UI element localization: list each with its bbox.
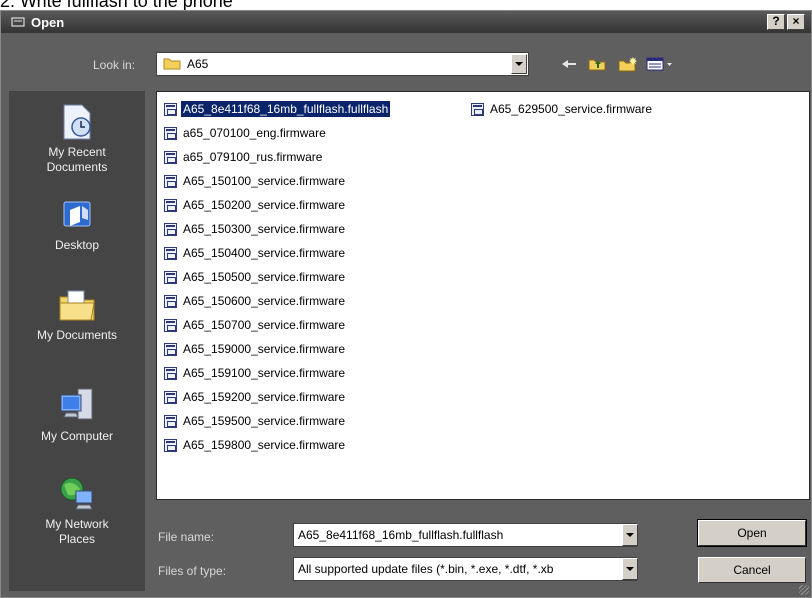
- recent-documents-icon: [57, 103, 97, 141]
- back-arrow-icon: [562, 60, 576, 68]
- folder-icon: [163, 56, 181, 73]
- desktop-icon: [57, 196, 97, 234]
- file-item[interactable]: A65_8e411f68_16mb_fullflash.fullflash: [164, 99, 392, 119]
- file-item[interactable]: A65_150300_service.firmware: [164, 219, 347, 239]
- file-item[interactable]: A65_150400_service.firmware: [164, 243, 347, 263]
- firmware-file-icon: [164, 126, 177, 140]
- file-item[interactable]: A65_159800_service.firmware: [164, 435, 347, 455]
- firmware-file-icon: [164, 294, 177, 308]
- place-label: My Recent Documents: [46, 145, 108, 174]
- firmware-file-icon: [164, 342, 177, 356]
- firmware-file-icon: [164, 318, 177, 332]
- file-name: A65_8e411f68_16mb_fullflash.fullflash: [179, 100, 392, 118]
- look-in-value: A65: [187, 57, 209, 71]
- firmware-file-icon: [471, 102, 484, 116]
- firmware-file-icon: [164, 414, 177, 428]
- place-label: My Network Places: [45, 517, 109, 546]
- new-folder-icon: [618, 57, 637, 72]
- file-name: A65_150300_service.firmware: [183, 222, 346, 236]
- dialog-icon: [9, 13, 27, 31]
- cancel-button[interactable]: Cancel: [698, 557, 806, 583]
- look-in-label: Look in:: [93, 58, 136, 72]
- file-name: A65_159500_service.firmware: [183, 414, 346, 428]
- file-item[interactable]: A65_159500_service.firmware: [164, 411, 347, 431]
- open-dialog: Open ? × Look in: A65 My Recent Document…: [0, 10, 812, 598]
- file-item[interactable]: A65_159000_service.firmware: [164, 339, 347, 359]
- file-item[interactable]: A65_629500_service.firmware: [471, 99, 654, 119]
- file-name: A65_159000_service.firmware: [183, 342, 346, 356]
- chevron-down-icon[interactable]: [622, 558, 638, 580]
- firmware-file-icon: [164, 150, 177, 164]
- new-folder-button[interactable]: [616, 55, 640, 73]
- firmware-file-icon: [164, 366, 177, 380]
- places-bar: My Recent Documents Desktop My Documents…: [9, 91, 145, 591]
- file-item[interactable]: a65_079100_rus.firmware: [164, 147, 324, 167]
- firmware-file-icon: [164, 222, 177, 236]
- file-name: a65_079100_rus.firmware: [183, 150, 323, 164]
- file-item[interactable]: A65_150200_service.firmware: [164, 195, 347, 215]
- file-name: a65_070100_eng.firmware: [183, 126, 326, 140]
- file-name-label: File name:: [158, 530, 215, 544]
- file-name: A65_150100_service.firmware: [183, 174, 346, 188]
- file-item[interactable]: A65_150700_service.firmware: [164, 315, 347, 335]
- up-folder-icon: [588, 59, 606, 71]
- place-label: My Documents: [36, 328, 118, 342]
- up-folder-button[interactable]: [586, 55, 608, 73]
- file-item[interactable]: A65_159100_service.firmware: [164, 363, 347, 383]
- back-button[interactable]: [558, 55, 580, 73]
- file-item[interactable]: A65_150100_service.firmware: [164, 171, 347, 191]
- file-type-label: Files of type:: [158, 564, 227, 578]
- firmware-file-icon: [164, 270, 177, 284]
- close-button[interactable]: ×: [787, 14, 805, 30]
- my-documents-icon: [57, 286, 97, 324]
- file-name: A65_159100_service.firmware: [183, 366, 346, 380]
- place-recent-documents[interactable]: My Recent Documents: [9, 103, 145, 175]
- file-list[interactable]: A65_8e411f68_16mb_fullflash.fullflash A6…: [156, 91, 810, 500]
- firmware-file-icon: [164, 198, 177, 212]
- file-name: A65_159200_service.firmware: [183, 390, 346, 404]
- file-name: A65_150600_service.firmware: [183, 294, 346, 308]
- file-item[interactable]: A65_150600_service.firmware: [164, 291, 347, 311]
- firmware-file-icon: [164, 102, 177, 116]
- firmware-file-icon: [164, 246, 177, 260]
- chevron-down-icon[interactable]: [511, 54, 527, 74]
- file-name: A65_150500_service.firmware: [183, 270, 346, 284]
- help-button[interactable]: ?: [767, 14, 785, 30]
- open-button[interactable]: Open: [697, 519, 807, 547]
- place-network[interactable]: My Network Places: [9, 475, 145, 547]
- place-my-computer[interactable]: My Computer: [9, 387, 145, 444]
- file-name: A65_629500_service.firmware: [490, 102, 653, 116]
- place-desktop[interactable]: Desktop: [9, 196, 145, 253]
- dialog-title: Open: [31, 14, 65, 30]
- file-item[interactable]: A65_150500_service.firmware: [164, 267, 347, 287]
- title-bar[interactable]: Open ? ×: [1, 11, 811, 33]
- firmware-file-icon: [164, 174, 177, 188]
- view-menu-icon: [646, 57, 672, 71]
- file-name: A65_150700_service.firmware: [183, 318, 346, 332]
- firmware-file-icon: [164, 390, 177, 404]
- firmware-file-icon: [164, 438, 177, 452]
- file-name-field[interactable]: A65_8e411f68_16mb_fullflash.fullflash: [293, 523, 637, 547]
- file-item[interactable]: A65_159200_service.firmware: [164, 387, 347, 407]
- file-type-dropdown[interactable]: All supported update files (*.bin, *.exe…: [293, 557, 637, 581]
- chevron-down-icon[interactable]: [622, 524, 638, 546]
- place-label: My Computer: [40, 429, 114, 443]
- resize-grip[interactable]: [799, 585, 809, 595]
- place-my-documents[interactable]: My Documents: [9, 286, 145, 343]
- file-item[interactable]: a65_070100_eng.firmware: [164, 123, 328, 143]
- my-computer-icon: [57, 387, 97, 425]
- look-in-dropdown[interactable]: A65: [156, 52, 529, 76]
- file-name: A65_159800_service.firmware: [183, 438, 346, 452]
- place-label: Desktop: [54, 238, 100, 252]
- file-name: A65_150400_service.firmware: [183, 246, 346, 260]
- views-menu-button[interactable]: [644, 55, 676, 73]
- network-places-icon: [57, 475, 97, 513]
- file-name: A65_150200_service.firmware: [183, 198, 346, 212]
